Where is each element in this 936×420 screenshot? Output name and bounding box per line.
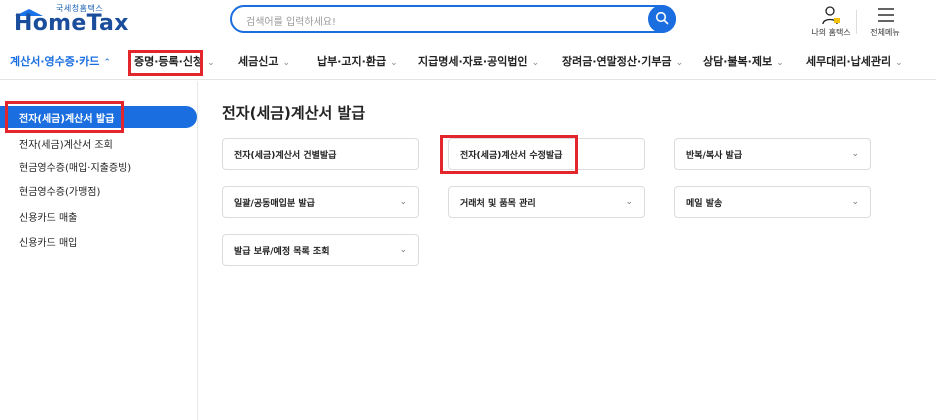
logo-text: HomeTax [14, 11, 129, 36]
card-partner-item-management[interactable]: 거래처 및 품목 관리 ⌄ [448, 186, 645, 218]
header: 국세청홈택스 HomeTax 검색어를 입력하세요! 나의 홈택스 전체메뉴 [0, 0, 936, 44]
user-icon [822, 6, 840, 25]
card-repeat-copy-issue[interactable]: 반복/복사 발급 ⌄ [674, 138, 871, 170]
nav-item-payment-refund[interactable]: 납부·고지·환급 ⌄ [317, 53, 398, 71]
my-hometax-button[interactable]: 나의 홈택스 [808, 4, 854, 38]
chevron-down-icon: ⌄ [625, 197, 633, 207]
nav-item-consult-appeal[interactable]: 상담·불복·제보 ⌄ [703, 53, 784, 71]
sidebar-item-label: 신용카드 매출 [19, 213, 78, 224]
card-label: 일괄/공동매입분 발급 [234, 199, 315, 209]
nav-item-tax-filing[interactable]: 세금신고 ⌄ [238, 53, 290, 71]
search-input[interactable]: 검색어를 입력하세요! [246, 13, 336, 28]
chevron-down-icon: ⌄ [776, 58, 784, 68]
card-pending-scheduled-list[interactable]: 발급 보류/예정 목록 조회 ⌄ [222, 234, 419, 266]
sidebar: 전자(세금)계산서 발급 전자(세금)계산서 조회 현금영수증(매입·지출증빙)… [0, 81, 198, 420]
my-hometax-label: 나의 홈택스 [811, 28, 851, 37]
nav-item-certificate-registration[interactable]: 증명·등록·신청 ⌄ [134, 53, 215, 71]
nav-item-label: 납부·고지·환급 [317, 55, 387, 68]
card-label: 전자(세금)계산서 수정발급 [460, 151, 563, 161]
page-title: 전자(세금)계산서 발급 [222, 104, 366, 122]
nav-item-label: 상담·불복·제보 [703, 55, 773, 68]
chevron-down-icon: ⌄ [399, 245, 407, 255]
chevron-down-icon: ⌄ [399, 197, 407, 207]
hometax-logo[interactable]: 국세청홈택스 HomeTax [14, 2, 128, 42]
sidebar-item-label: 전자(세금)계산서 발급 [19, 114, 115, 125]
sidebar-item-label: 신용카드 매입 [19, 238, 78, 249]
nav-item-payment-statement[interactable]: 지급명세·자료·공익법인 ⌄ [418, 53, 539, 71]
sidebar-item-label: 현금영수증(매입·지출증빙) [19, 163, 132, 174]
card-label: 발급 보류/예정 목록 조회 [234, 247, 330, 257]
card-label: 메일 발송 [686, 199, 723, 209]
sidebar-item-label: 전자(세금)계산서 조회 [19, 140, 113, 151]
card-mail-send[interactable]: 메일 발송 ⌄ [674, 186, 871, 218]
search-button[interactable] [648, 5, 676, 33]
chevron-down-icon: ⌄ [851, 149, 859, 159]
nav-item-label: 계산서·영수증·카드 [10, 55, 100, 68]
chevron-down-icon: ⌄ [675, 58, 684, 68]
nav-item-label: 지급명세·자료·공익법인 [418, 55, 528, 68]
chevron-down-icon: ⌄ [390, 58, 398, 68]
all-menu-label: 전체메뉴 [870, 28, 900, 37]
chevron-down-icon: ⌄ [531, 58, 540, 68]
search-bar[interactable]: 검색어를 입력하세요! [230, 5, 676, 33]
card-label: 거래처 및 품목 관리 [460, 199, 536, 209]
card-label: 반복/복사 발급 [686, 151, 743, 161]
nav-item-label: 세금신고 [238, 55, 279, 68]
nav-item-invoice-receipt-card[interactable]: 계산서·영수증·카드 ⌃ [10, 53, 111, 71]
all-menu-button[interactable]: 전체메뉴 [862, 4, 908, 38]
nav-item-label: 장려금·연말정산·기부금 [562, 55, 672, 68]
main-nav: 계산서·영수증·카드 ⌃ 증명·등록·신청 ⌄ 세금신고 ⌄ 납부·고지·환급 ⌄ 지급… [0, 44, 936, 80]
card-label: 전자(세금)계산서 건별발급 [234, 151, 337, 161]
chevron-down-icon: ⌄ [282, 58, 291, 68]
card-single-issue[interactable]: 전자(세금)계산서 건별발급 [222, 138, 419, 170]
nav-item-incentive-yearend[interactable]: 장려금·연말정산·기부금 ⌄ [562, 53, 683, 71]
hamburger-icon [878, 8, 894, 22]
sidebar-item-einvoice-issue[interactable]: 전자(세금)계산서 발급 [0, 106, 197, 128]
search-icon [655, 11, 669, 25]
card-amended-issue[interactable]: 전자(세금)계산서 수정발급 [448, 138, 645, 170]
chevron-down-icon: ⌄ [895, 58, 903, 68]
nav-item-label: 세무대리·납세관리 [806, 55, 892, 68]
nav-item-tax-agent[interactable]: 세무대리·납세관리 ⌄ [806, 53, 903, 71]
header-divider [856, 10, 857, 34]
chevron-up-icon: ⌃ [103, 58, 111, 68]
nav-item-label: 증명·등록·신청 [134, 55, 204, 68]
chevron-down-icon: ⌄ [851, 197, 859, 207]
sidebar-item-label: 현금영수증(가맹점) [19, 187, 101, 198]
chevron-down-icon: ⌄ [207, 58, 215, 68]
card-bulk-joint-issue[interactable]: 일괄/공동매입분 발급 ⌄ [222, 186, 419, 218]
